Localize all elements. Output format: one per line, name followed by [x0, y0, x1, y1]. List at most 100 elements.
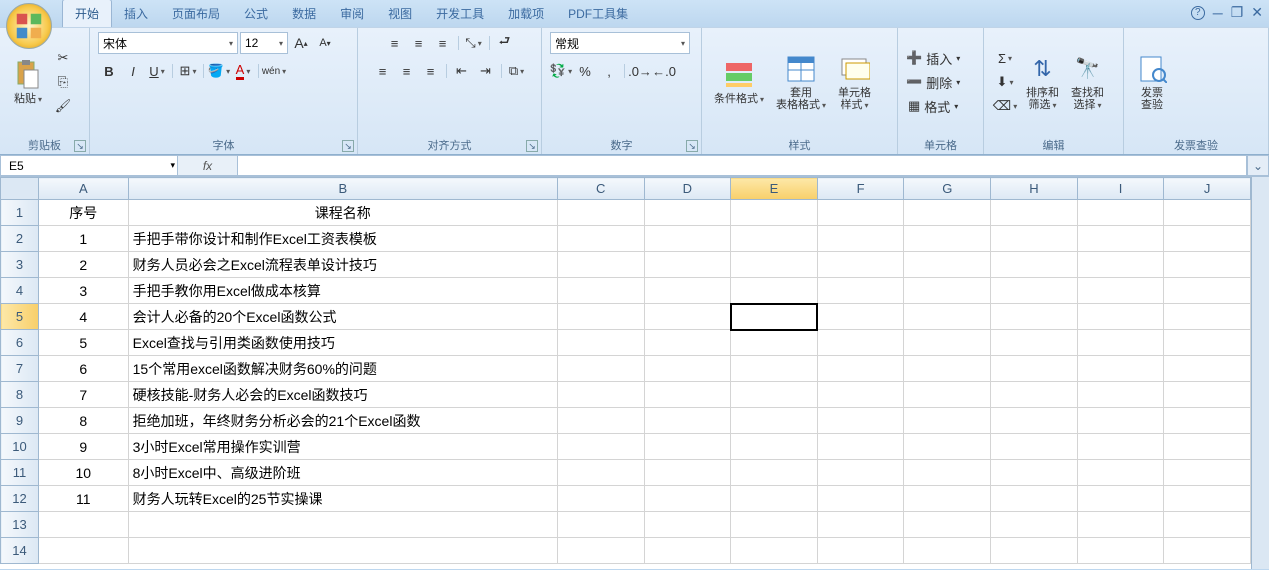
cell-J3[interactable] [1164, 252, 1251, 278]
cell-E5[interactable] [731, 304, 818, 330]
cell-I1[interactable] [1077, 200, 1164, 226]
cell-J9[interactable] [1164, 408, 1251, 434]
cell-H12[interactable] [991, 486, 1078, 512]
cell-J14[interactable] [1164, 538, 1251, 564]
cell-A7[interactable]: 6 [38, 356, 128, 382]
cell-J10[interactable] [1164, 434, 1251, 460]
tab-2[interactable]: 页面布局 [160, 0, 232, 27]
cell-C4[interactable] [557, 278, 644, 304]
cell-C7[interactable] [557, 356, 644, 382]
cell-C13[interactable] [557, 512, 644, 538]
cell-G2[interactable] [904, 226, 991, 252]
conditional-format-button[interactable]: 条件格式 [710, 57, 768, 107]
delete-cells-button[interactable]: ➖删除▾ [906, 71, 960, 93]
minimize-button[interactable]: ─ [1213, 5, 1223, 21]
cell-styles-button[interactable]: 单元格 样式 [834, 51, 875, 113]
row-header-10[interactable]: 10 [1, 434, 39, 460]
wrap-text-button[interactable]: ⮐ [494, 32, 516, 54]
cell-I3[interactable] [1077, 252, 1164, 278]
cell-E3[interactable] [731, 252, 818, 278]
row-header-14[interactable]: 14 [1, 538, 39, 564]
cell-J6[interactable] [1164, 330, 1251, 356]
cell-E9[interactable] [731, 408, 818, 434]
vertical-scrollbar[interactable] [1251, 177, 1269, 569]
cell-B10[interactable]: 3小时Excel常用操作实训营 [128, 434, 557, 460]
cell-J4[interactable] [1164, 278, 1251, 304]
cell-H5[interactable] [991, 304, 1078, 330]
cell-E1[interactable] [731, 200, 818, 226]
accounting-format-button[interactable]: 💱 [550, 60, 572, 82]
cell-G13[interactable] [904, 512, 991, 538]
align-middle-button[interactable]: ≡ [408, 32, 430, 54]
cell-H9[interactable] [991, 408, 1078, 434]
cell-E12[interactable] [731, 486, 818, 512]
decrease-indent-button[interactable]: ⇤ [451, 60, 473, 82]
cell-J12[interactable] [1164, 486, 1251, 512]
cell-A9[interactable]: 8 [38, 408, 128, 434]
insert-cells-button[interactable]: ➕插入▾ [906, 47, 960, 69]
cell-D8[interactable] [644, 382, 731, 408]
cell-B8[interactable]: 硬核技能-财务人必会的Excel函数技巧 [128, 382, 557, 408]
tab-5[interactable]: 审阅 [328, 0, 376, 27]
cell-E2[interactable] [731, 226, 818, 252]
cut-button[interactable]: ✂ [52, 47, 74, 69]
cell-H14[interactable] [991, 538, 1078, 564]
cell-H11[interactable] [991, 460, 1078, 486]
cell-A1[interactable]: 序号 [38, 200, 128, 226]
align-dialog-launcher[interactable]: ↘ [526, 140, 538, 152]
cell-D3[interactable] [644, 252, 731, 278]
cell-B7[interactable]: 15个常用excel函数解决财务60%的问题 [128, 356, 557, 382]
fill-color-button[interactable]: 🪣 [208, 60, 230, 82]
column-header-C[interactable]: C [557, 178, 644, 200]
cell-C6[interactable] [557, 330, 644, 356]
cell-A11[interactable]: 10 [38, 460, 128, 486]
paste-button[interactable]: 粘贴 [8, 57, 48, 107]
close-button[interactable]: ✕ [1251, 4, 1263, 21]
tab-3[interactable]: 公式 [232, 0, 280, 27]
tab-4[interactable]: 数据 [280, 0, 328, 27]
cell-B3[interactable]: 财务人员必会之Excel流程表单设计技巧 [128, 252, 557, 278]
column-header-B[interactable]: B [128, 178, 557, 200]
cell-C12[interactable] [557, 486, 644, 512]
cell-H4[interactable] [991, 278, 1078, 304]
cell-H7[interactable] [991, 356, 1078, 382]
tab-1[interactable]: 插入 [112, 0, 160, 27]
cell-G4[interactable] [904, 278, 991, 304]
cell-D9[interactable] [644, 408, 731, 434]
grow-font-button[interactable]: A▴ [290, 32, 312, 54]
phonetic-button[interactable]: wén [263, 60, 285, 82]
font-size-combo[interactable]: 12▾ [240, 32, 288, 54]
cell-D1[interactable] [644, 200, 731, 226]
fill-button[interactable]: ⬇ [992, 71, 1018, 93]
row-header-4[interactable]: 4 [1, 278, 39, 304]
cell-B11[interactable]: 8小时Excel中、高级进阶班 [128, 460, 557, 486]
restore-button[interactable]: ❐ [1231, 4, 1244, 21]
row-header-7[interactable]: 7 [1, 356, 39, 382]
cell-E14[interactable] [731, 538, 818, 564]
cell-J2[interactable] [1164, 226, 1251, 252]
cell-A2[interactable]: 1 [38, 226, 128, 252]
tab-7[interactable]: 开发工具 [424, 0, 496, 27]
clipboard-dialog-launcher[interactable]: ↘ [74, 140, 86, 152]
format-painter-button[interactable]: 🖌 [52, 95, 74, 117]
align-top-button[interactable]: ≡ [384, 32, 406, 54]
cell-B5[interactable]: 会计人必备的20个Excel函数公式 [128, 304, 557, 330]
cell-F6[interactable] [817, 330, 904, 356]
cell-G1[interactable] [904, 200, 991, 226]
underline-button[interactable]: U [146, 60, 168, 82]
decrease-decimal-button[interactable]: ←.0 [653, 60, 675, 82]
cell-F4[interactable] [817, 278, 904, 304]
cell-C2[interactable] [557, 226, 644, 252]
border-button[interactable]: ⊞ [177, 60, 199, 82]
cell-G3[interactable] [904, 252, 991, 278]
italic-button[interactable]: I [122, 60, 144, 82]
cell-G5[interactable] [904, 304, 991, 330]
cell-C11[interactable] [557, 460, 644, 486]
bold-button[interactable]: B [98, 60, 120, 82]
cell-A5[interactable]: 4 [38, 304, 128, 330]
cell-J11[interactable] [1164, 460, 1251, 486]
cell-B2[interactable]: 手把手带你设计和制作Excel工资表模板 [128, 226, 557, 252]
cell-F7[interactable] [817, 356, 904, 382]
office-button[interactable] [6, 3, 52, 49]
comma-button[interactable]: , [598, 60, 620, 82]
